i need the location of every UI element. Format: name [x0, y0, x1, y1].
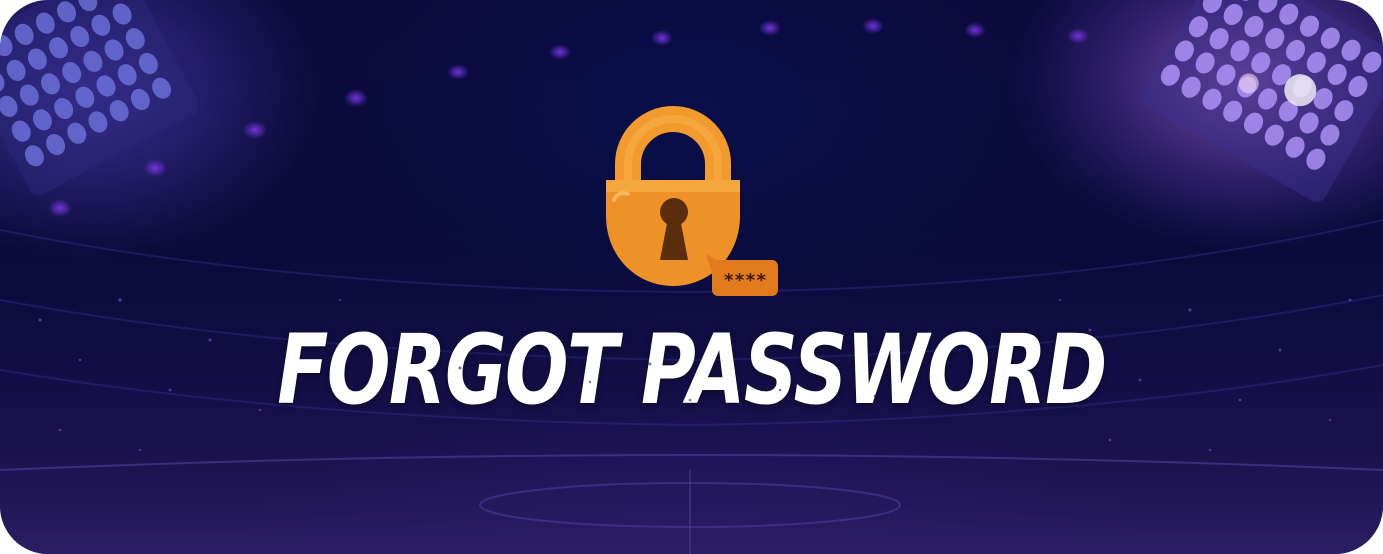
- forgot-password-banner: **** FORGOT PASSWORD: [0, 0, 1383, 554]
- page-title: FORGOT PASSWORD: [277, 314, 1107, 426]
- password-badge: ****: [706, 254, 778, 296]
- svg-text:****: ****: [723, 270, 766, 291]
- padlock-icon: ****: [598, 104, 782, 299]
